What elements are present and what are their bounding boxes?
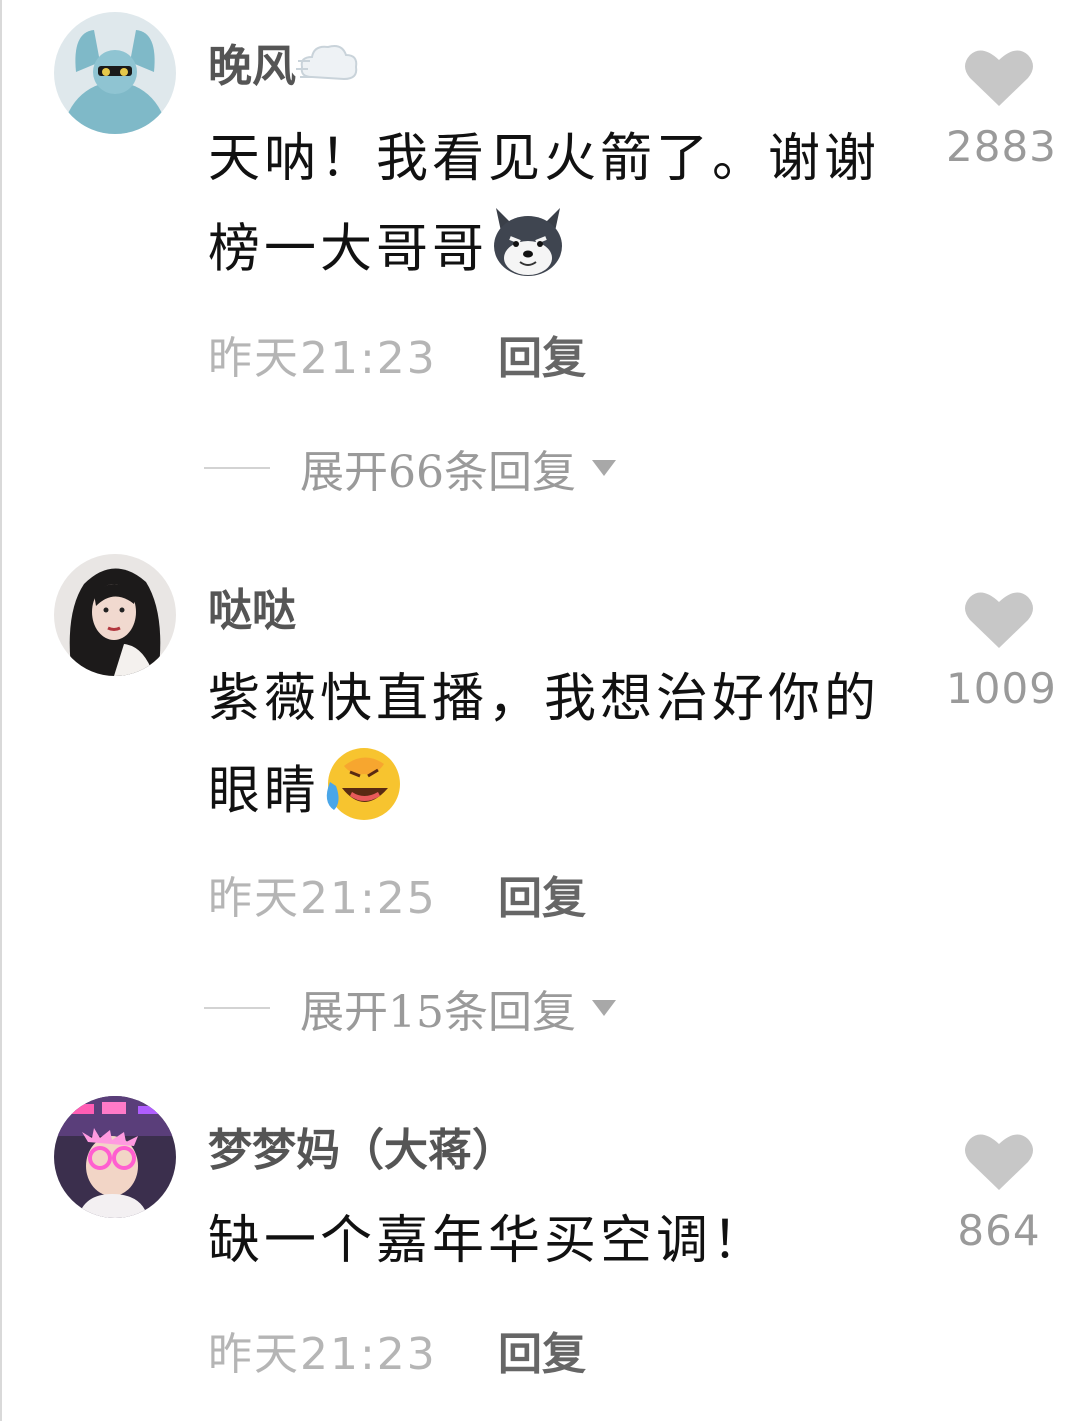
comment-text-content: 缺一个嘉年华买空调！	[208, 1211, 769, 1271]
like-count: 864	[957, 1206, 1041, 1255]
like-button[interactable]: 1009	[946, 588, 1057, 713]
expand-replies-button[interactable]: 展开15条回复	[204, 976, 616, 1040]
username[interactable]: 哒哒	[208, 574, 296, 638]
comment-meta: 昨天21:23 回复	[208, 1318, 586, 1382]
comment-text: 紫薇快直播，我想治好你的眼睛	[208, 656, 928, 848]
comment-text: 天呐！我看见火箭了。谢谢榜一大哥哥	[208, 116, 928, 304]
caret-down-icon	[592, 460, 616, 476]
dash-cloud-icon	[296, 39, 360, 100]
reply-button[interactable]: 回复	[498, 322, 586, 386]
reply-button[interactable]: 回复	[498, 862, 586, 926]
heart-icon[interactable]	[964, 588, 1034, 650]
expand-replies-label: 展开15条回复	[300, 987, 576, 1038]
comment-text-content: 紫薇快直播，我想治好你的眼睛	[208, 669, 881, 822]
comment-time: 昨天21:23	[208, 1329, 437, 1380]
avatar-2[interactable]	[54, 554, 176, 676]
like-button[interactable]: 864	[946, 1130, 1052, 1255]
heart-icon[interactable]	[964, 1130, 1034, 1192]
heart-icon[interactable]	[964, 46, 1034, 108]
expand-replies-button[interactable]: 展开66条回复	[204, 436, 616, 500]
comment-meta: 昨天21:25 回复	[208, 862, 586, 926]
caret-down-icon	[592, 1000, 616, 1016]
comment-time: 昨天21:23	[208, 333, 437, 384]
like-count: 1009	[946, 664, 1057, 713]
username[interactable]: 晚风	[208, 30, 360, 100]
avatar-3[interactable]	[54, 1096, 176, 1218]
rolling-laughing-icon	[320, 742, 404, 848]
left-edge-divider	[0, 0, 2, 1421]
like-count: 2883	[946, 122, 1057, 171]
avatar-1[interactable]	[54, 12, 176, 134]
divider-line	[204, 467, 270, 469]
username-text: 晚风	[208, 41, 296, 92]
comment-time: 昨天21:25	[208, 873, 437, 924]
divider-line	[204, 1007, 270, 1009]
username[interactable]: 梦梦妈（大蒋）	[208, 1114, 516, 1178]
like-button[interactable]: 2883	[946, 46, 1057, 171]
husky-dog-icon	[488, 202, 568, 304]
comment-meta: 昨天21:23 回复	[208, 322, 586, 386]
expand-replies-label: 展开66条回复	[300, 447, 576, 498]
comment-text: 缺一个嘉年华买空调！	[208, 1198, 928, 1284]
reply-button[interactable]: 回复	[498, 1318, 586, 1382]
